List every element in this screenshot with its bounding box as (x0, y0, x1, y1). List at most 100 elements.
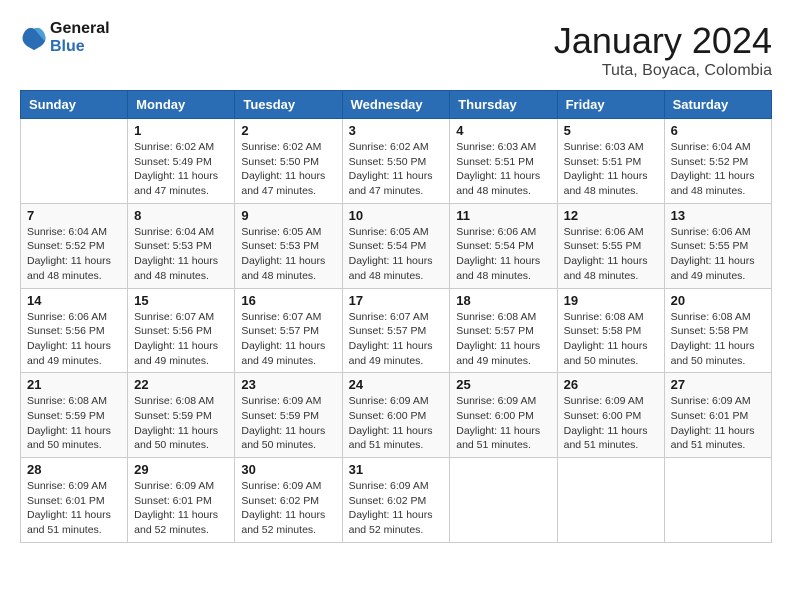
day-info: Sunrise: 6:09 AMSunset: 6:01 PMDaylight:… (27, 479, 121, 538)
day-cell: 18 Sunrise: 6:08 AMSunset: 5:57 PMDayligh… (450, 288, 557, 373)
day-number: 16 (241, 293, 335, 308)
day-number: 3 (349, 123, 444, 138)
day-number: 15 (134, 293, 228, 308)
day-info: Sunrise: 6:02 AMSunset: 5:50 PMDaylight:… (241, 140, 335, 199)
day-number: 26 (564, 377, 658, 392)
day-cell: 28 Sunrise: 6:09 AMSunset: 6:01 PMDayligh… (21, 458, 128, 543)
day-number: 19 (564, 293, 658, 308)
day-info: Sunrise: 6:06 AMSunset: 5:54 PMDaylight:… (456, 225, 550, 284)
day-info: Sunrise: 6:07 AMSunset: 5:57 PMDaylight:… (241, 310, 335, 369)
day-info: Sunrise: 6:02 AMSunset: 5:50 PMDaylight:… (349, 140, 444, 199)
calendar-table: SundayMondayTuesdayWednesdayThursdayFrid… (20, 90, 772, 543)
day-info: Sunrise: 6:08 AMSunset: 5:57 PMDaylight:… (456, 310, 550, 369)
title-block: January 2024 Tuta, Boyaca, Colombia (554, 20, 772, 80)
day-cell: 17 Sunrise: 6:07 AMSunset: 5:57 PMDayligh… (342, 288, 450, 373)
day-info: Sunrise: 6:08 AMSunset: 5:58 PMDaylight:… (671, 310, 765, 369)
day-info: Sunrise: 6:04 AMSunset: 5:52 PMDaylight:… (671, 140, 765, 199)
day-number: 27 (671, 377, 765, 392)
day-info: Sunrise: 6:09 AMSunset: 6:01 PMDaylight:… (671, 394, 765, 453)
day-cell: 11 Sunrise: 6:06 AMSunset: 5:54 PMDayligh… (450, 203, 557, 288)
day-info: Sunrise: 6:09 AMSunset: 6:01 PMDaylight:… (134, 479, 228, 538)
day-cell (664, 458, 771, 543)
day-cell: 13 Sunrise: 6:06 AMSunset: 5:55 PMDayligh… (664, 203, 771, 288)
day-cell: 20 Sunrise: 6:08 AMSunset: 5:58 PMDayligh… (664, 288, 771, 373)
day-info: Sunrise: 6:08 AMSunset: 5:59 PMDaylight:… (27, 394, 121, 453)
day-number: 30 (241, 462, 335, 477)
day-info: Sunrise: 6:08 AMSunset: 5:58 PMDaylight:… (564, 310, 658, 369)
day-cell: 31Sunrise: 6:09 AMSunset: 6:02 PMDayligh… (342, 458, 450, 543)
day-cell (557, 458, 664, 543)
day-number: 23 (241, 377, 335, 392)
day-cell: 29Sunrise: 6:09 AMSunset: 6:01 PMDayligh… (128, 458, 235, 543)
day-info: Sunrise: 6:02 AMSunset: 5:49 PMDaylight:… (134, 140, 228, 199)
day-cell: 15 Sunrise: 6:07 AMSunset: 5:56 PMDayligh… (128, 288, 235, 373)
header-cell-tuesday: Tuesday (235, 91, 342, 119)
day-info: Sunrise: 6:04 AMSunset: 5:52 PMDaylight:… (27, 225, 121, 284)
day-cell: 6Sunrise: 6:04 AMSunset: 5:52 PMDaylight… (664, 119, 771, 204)
day-cell: 23 Sunrise: 6:09 AMSunset: 5:59 PMDayligh… (235, 373, 342, 458)
day-cell: 14Sunrise: 6:06 AMSunset: 5:56 PMDayligh… (21, 288, 128, 373)
day-info: Sunrise: 6:03 AMSunset: 5:51 PMDaylight:… (456, 140, 550, 199)
day-number: 8 (134, 208, 228, 223)
day-info: Sunrise: 6:09 AMSunset: 6:00 PMDaylight:… (349, 394, 444, 453)
day-number: 28 (27, 462, 121, 477)
day-info: Sunrise: 6:09 AMSunset: 6:02 PMDaylight:… (241, 479, 335, 538)
day-info: Sunrise: 6:03 AMSunset: 5:51 PMDaylight:… (564, 140, 658, 199)
day-cell: 8 Sunrise: 6:04 AMSunset: 5:53 PMDaylight… (128, 203, 235, 288)
day-number: 7 (27, 208, 121, 223)
day-number: 20 (671, 293, 765, 308)
day-number: 14 (27, 293, 121, 308)
day-cell: 21 Sunrise: 6:08 AMSunset: 5:59 PMDayligh… (21, 373, 128, 458)
day-info: Sunrise: 6:07 AMSunset: 5:57 PMDaylight:… (349, 310, 444, 369)
logo-text: General Blue (50, 20, 110, 55)
page-header: General Blue January 2024 Tuta, Boyaca, … (20, 20, 772, 80)
day-cell: 5 Sunrise: 6:03 AMSunset: 5:51 PMDaylight… (557, 119, 664, 204)
day-info: Sunrise: 6:06 AMSunset: 5:55 PMDaylight:… (671, 225, 765, 284)
day-cell (21, 119, 128, 204)
header-cell-sunday: Sunday (21, 91, 128, 119)
day-number: 21 (27, 377, 121, 392)
day-info: Sunrise: 6:08 AMSunset: 5:59 PMDaylight:… (134, 394, 228, 453)
day-cell: 10Sunrise: 6:05 AMSunset: 5:54 PMDayligh… (342, 203, 450, 288)
day-number: 5 (564, 123, 658, 138)
day-info: Sunrise: 6:05 AMSunset: 5:53 PMDaylight:… (241, 225, 335, 284)
logo-icon (20, 24, 48, 52)
day-number: 13 (671, 208, 765, 223)
day-number: 22 (134, 377, 228, 392)
week-row-3: 14Sunrise: 6:06 AMSunset: 5:56 PMDayligh… (21, 288, 772, 373)
day-cell: 12Sunrise: 6:06 AMSunset: 5:55 PMDayligh… (557, 203, 664, 288)
day-cell: 27 Sunrise: 6:09 AMSunset: 6:01 PMDayligh… (664, 373, 771, 458)
day-number: 17 (349, 293, 444, 308)
day-number: 10 (349, 208, 444, 223)
day-cell: 19 Sunrise: 6:08 AMSunset: 5:58 PMDayligh… (557, 288, 664, 373)
day-info: Sunrise: 6:04 AMSunset: 5:53 PMDaylight:… (134, 225, 228, 284)
day-info: Sunrise: 6:06 AMSunset: 5:55 PMDaylight:… (564, 225, 658, 284)
week-row-4: 21 Sunrise: 6:08 AMSunset: 5:59 PMDayligh… (21, 373, 772, 458)
day-info: Sunrise: 6:09 AMSunset: 5:59 PMDaylight:… (241, 394, 335, 453)
day-info: Sunrise: 6:07 AMSunset: 5:56 PMDaylight:… (134, 310, 228, 369)
day-cell (450, 458, 557, 543)
header-cell-wednesday: Wednesday (342, 91, 450, 119)
day-cell: 2Sunrise: 6:02 AMSunset: 5:50 PMDaylight… (235, 119, 342, 204)
header-cell-thursday: Thursday (450, 91, 557, 119)
day-number: 18 (456, 293, 550, 308)
day-number: 11 (456, 208, 550, 223)
header-cell-monday: Monday (128, 91, 235, 119)
day-cell: 24Sunrise: 6:09 AMSunset: 6:00 PMDayligh… (342, 373, 450, 458)
day-number: 1 (134, 123, 228, 138)
day-cell: 1 Sunrise: 6:02 AMSunset: 5:49 PMDaylight… (128, 119, 235, 204)
week-row-5: 28 Sunrise: 6:09 AMSunset: 6:01 PMDayligh… (21, 458, 772, 543)
location: Tuta, Boyaca, Colombia (554, 62, 772, 80)
day-cell: 9 Sunrise: 6:05 AMSunset: 5:53 PMDaylight… (235, 203, 342, 288)
day-cell: 3 Sunrise: 6:02 AMSunset: 5:50 PMDaylight… (342, 119, 450, 204)
month-title: January 2024 (554, 20, 772, 62)
week-row-1: 1 Sunrise: 6:02 AMSunset: 5:49 PMDaylight… (21, 119, 772, 204)
day-cell: 4Sunrise: 6:03 AMSunset: 5:51 PMDaylight… (450, 119, 557, 204)
logo: General Blue (20, 20, 110, 55)
day-number: 31 (349, 462, 444, 477)
day-cell: 16 Sunrise: 6:07 AMSunset: 5:57 PMDayligh… (235, 288, 342, 373)
day-cell: 26Sunrise: 6:09 AMSunset: 6:00 PMDayligh… (557, 373, 664, 458)
day-cell: 22 Sunrise: 6:08 AMSunset: 5:59 PMDayligh… (128, 373, 235, 458)
day-info: Sunrise: 6:09 AMSunset: 6:00 PMDaylight:… (456, 394, 550, 453)
day-number: 9 (241, 208, 335, 223)
